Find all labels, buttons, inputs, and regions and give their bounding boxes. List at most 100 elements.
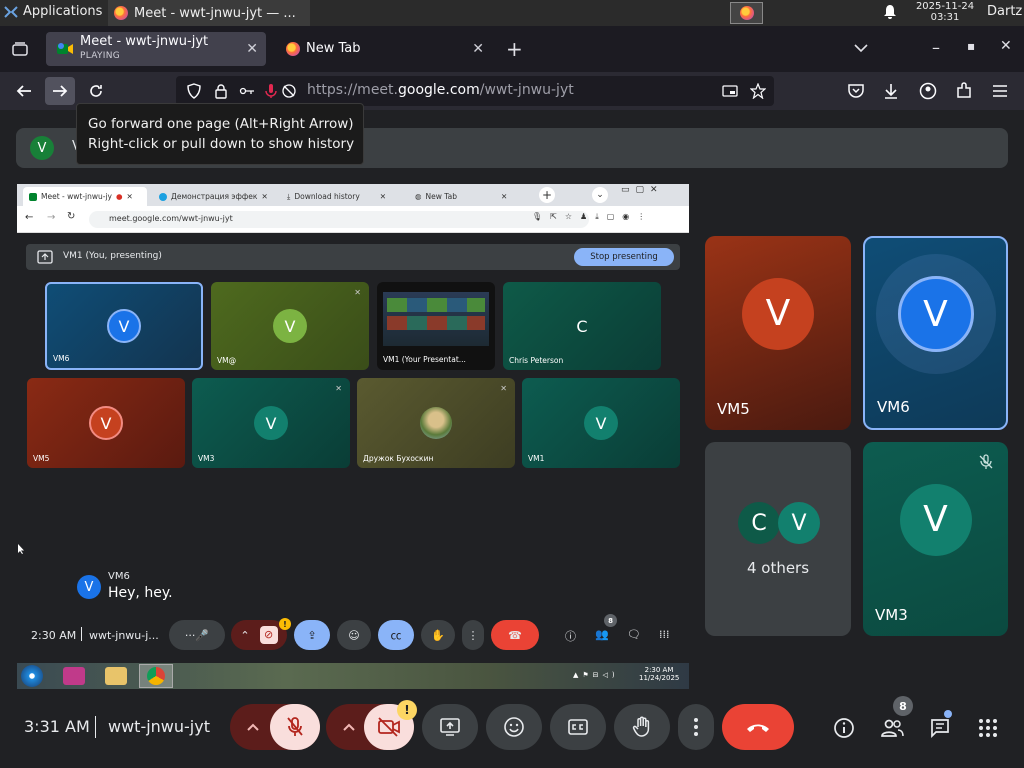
- participant-name: VM5: [717, 400, 750, 418]
- hamburger-menu-icon[interactable]: [991, 83, 1009, 99]
- address-bar[interactable]: https://meet.google.com/wwt-jnwu-jyt: [176, 76, 774, 106]
- people-count-badge: 8: [893, 696, 913, 716]
- meeting-time: 3:31 AM: [24, 717, 90, 736]
- pocket-icon[interactable]: [847, 82, 865, 100]
- camera-off-icon[interactable]: [281, 83, 297, 99]
- meeting-details-button[interactable]: [824, 708, 864, 748]
- chat-icon: 🗨: [627, 628, 641, 641]
- chevron-up-icon[interactable]: [341, 719, 357, 735]
- mic-control-group: [230, 704, 320, 750]
- emoji-icon: [504, 717, 524, 737]
- shared-address-bar: ← → ↻ meet.google.com/wwt-jnwu-jyt 🎙⇱☆♟⤓…: [17, 206, 689, 233]
- chat-button[interactable]: [920, 708, 960, 748]
- meet-control-bar: 3:31 AM wwt-jnwu-jyt ! 8: [0, 696, 1024, 758]
- more-options-button[interactable]: [678, 704, 714, 750]
- bookmark-star-icon[interactable]: [750, 83, 766, 99]
- close-tab-icon[interactable]: ✕: [246, 41, 258, 57]
- browser-tab-strip: Meet - wwt-jnwu-jyt PLAYING ✕ New Tab ✕ …: [0, 26, 1024, 72]
- user-menu[interactable]: Dartz: [987, 4, 1022, 19]
- tile-name: VM5: [33, 454, 50, 463]
- present-screen-button[interactable]: [422, 704, 478, 750]
- camera-off-icon: ⊘: [259, 626, 278, 644]
- activities-button[interactable]: [968, 708, 1008, 748]
- shared-tab: Демонстрация эффек ✕: [153, 187, 273, 206]
- forward-arrow-icon: →: [47, 212, 56, 223]
- presenting-label: VM1 (You, presenting): [63, 251, 162, 261]
- camera-alert-badge: !: [279, 618, 291, 630]
- close-tab-icon[interactable]: ✕: [472, 41, 484, 57]
- window-controls-icon: ▭▢✕: [621, 185, 664, 195]
- back-button[interactable]: [9, 77, 39, 105]
- screen: Applications Meet - wwt-jnwu-jyt — ... 2…: [0, 0, 1024, 768]
- participant-tile-vm3[interactable]: V VM3: [863, 442, 1008, 636]
- close-tab-icon: ✕: [379, 192, 387, 201]
- download-icon: ⤓: [287, 191, 291, 201]
- extensions-icon[interactable]: [955, 82, 973, 100]
- tracking-shield-icon[interactable]: [186, 83, 202, 99]
- reload-button[interactable]: [81, 77, 111, 105]
- shared-tile-vm1-presentation: VM1 (Your Presentat...: [377, 282, 495, 370]
- avatar: V: [778, 502, 820, 544]
- picture-in-picture-icon[interactable]: [722, 83, 738, 99]
- back-arrow-icon: ←: [25, 212, 34, 223]
- others-tile[interactable]: C V 4 others: [705, 442, 851, 636]
- tab-new-tab[interactable]: New Tab ✕: [276, 32, 492, 66]
- tray-firefox-button[interactable]: [730, 2, 763, 24]
- list-tabs-chevron-icon[interactable]: [853, 42, 869, 54]
- taskbar-window-button[interactable]: Meet - wwt-jnwu-jyt — ...: [108, 0, 310, 26]
- avatar: V: [584, 406, 618, 440]
- downloads-icon[interactable]: [882, 82, 900, 100]
- chat-icon: [931, 719, 949, 739]
- shared-tile-druzhok: Дружок Бухоскин ✕: [357, 378, 515, 468]
- leave-call-button[interactable]: [722, 704, 794, 750]
- send-reaction-button[interactable]: [486, 704, 542, 750]
- others-count-label: 4 others: [746, 559, 810, 577]
- chevron-up-icon[interactable]: [245, 719, 261, 735]
- tile-name: Дружок Бухоскин: [363, 454, 434, 463]
- new-tab-plus-icon[interactable]: +: [506, 37, 523, 61]
- lock-icon[interactable]: [213, 83, 229, 99]
- forward-button[interactable]: [45, 77, 75, 105]
- participant-tile-vm5[interactable]: V VM5: [705, 236, 851, 430]
- tab-meet[interactable]: Meet - wwt-jnwu-jyt PLAYING ✕: [46, 32, 266, 66]
- presenting-bar: VM1 (You, presenting) Stop presenting: [26, 244, 680, 270]
- minimize-window-icon[interactable]: –: [932, 38, 940, 57]
- maximize-window-icon[interactable]: ▪: [967, 39, 975, 53]
- more-vert-icon: ⋮: [467, 628, 479, 642]
- shared-tile-vm1: V VM1: [522, 378, 680, 468]
- stop-presenting-button: Stop presenting: [574, 248, 674, 266]
- tile-name: VM6: [53, 354, 70, 363]
- shared-more-button: ⋮: [462, 620, 484, 650]
- raise-hand-button[interactable]: [614, 704, 670, 750]
- clock-date: 2025-11-24: [915, 1, 975, 12]
- mic-toggle-button[interactable]: [270, 704, 320, 750]
- caption-speaker: VM6: [108, 571, 130, 582]
- captions-button[interactable]: [550, 704, 606, 750]
- tab-overview-icon[interactable]: [11, 40, 29, 58]
- info-icon: [834, 718, 854, 738]
- present-screen-icon: [37, 250, 53, 264]
- os-top-panel: Applications Meet - wwt-jnwu-jyt — ... 2…: [0, 0, 1024, 26]
- shared-tab-title: Meet - wwt-jnwu-jy: [41, 192, 112, 201]
- tray-icons: ▲⚑⊟◁): [573, 671, 619, 679]
- separator: [95, 716, 96, 738]
- clock[interactable]: 2025-11-24 03:31: [912, 1, 978, 23]
- tile-name: VM1 (Your Presentat...: [383, 355, 466, 364]
- applications-menu[interactable]: Applications: [4, 4, 102, 19]
- avatar: V: [897, 276, 974, 352]
- close-window-icon[interactable]: ✕: [1000, 38, 1012, 54]
- permissions-icon[interactable]: [239, 83, 255, 99]
- globe-icon: [159, 192, 167, 201]
- account-icon[interactable]: [919, 82, 937, 100]
- chevron-up-icon: ⌃: [240, 628, 250, 642]
- shared-tile-vm5: V VM5: [27, 378, 185, 468]
- meeting-code: wwt-jnwu-jyt: [108, 717, 210, 736]
- present-screen-icon: ⇪: [307, 628, 317, 642]
- caption-avatar: V: [77, 575, 101, 599]
- notification-bell-icon[interactable]: [882, 4, 898, 20]
- avatar: V: [107, 309, 141, 343]
- participant-tile-vm6[interactable]: V VM6: [863, 236, 1008, 430]
- raise-hand-icon: ✋: [431, 628, 445, 642]
- toolbar-icons: 🎙⇱☆♟⤓▢◉⋮: [532, 212, 654, 221]
- microphone-active-icon[interactable]: [263, 83, 279, 99]
